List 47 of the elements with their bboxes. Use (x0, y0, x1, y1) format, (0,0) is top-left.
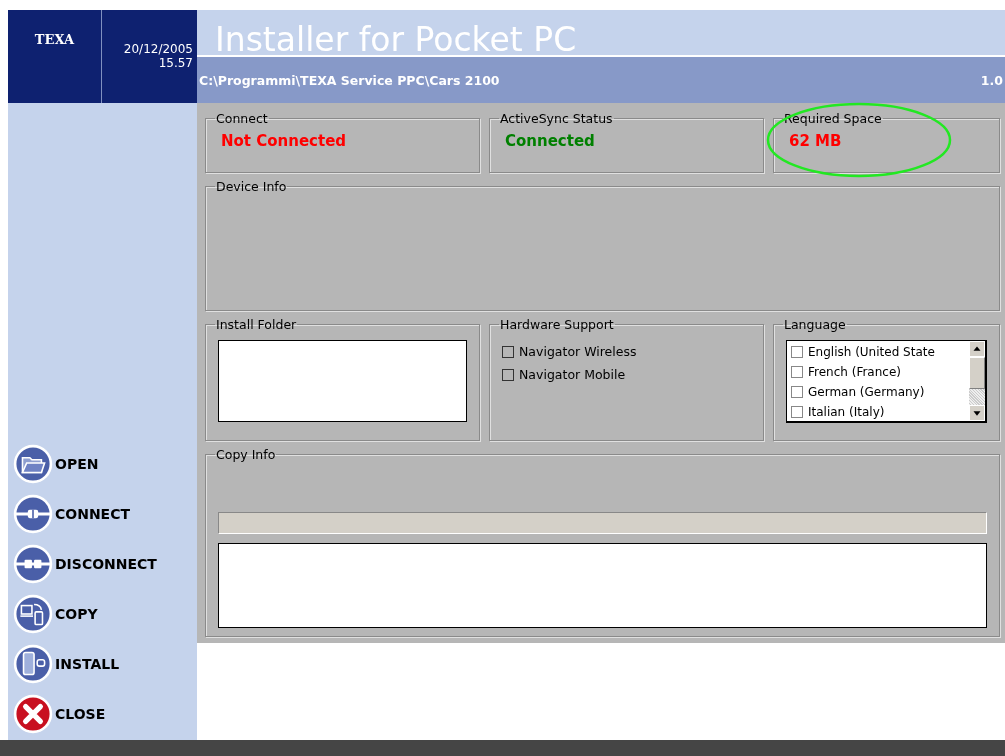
scroll-thumb[interactable] (969, 357, 985, 389)
log-field[interactable] (218, 543, 987, 628)
checkbox[interactable] (791, 386, 803, 398)
time-text: 15.57 (158, 56, 193, 70)
folder-icon (13, 444, 53, 484)
date-text: 20/12/2005 (123, 42, 193, 56)
language-option[interactable]: Italian (Italy) (791, 403, 969, 421)
group-title: ActiveSync Status (499, 111, 614, 126)
group-title: Required Space (783, 111, 883, 126)
unplug-icon (13, 544, 53, 584)
group-title: Install Folder (215, 317, 298, 332)
version-text: 1.0 (980, 72, 1003, 88)
sidebar-button[interactable]: CONNECT (8, 494, 130, 534)
sidebar-button[interactable]: COPY (8, 594, 98, 634)
install-path: C:\Programmi\TEXA Service PPC\Cars 2100 (199, 72, 500, 88)
checkbox[interactable] (791, 406, 803, 418)
scroll-track[interactable] (969, 389, 985, 405)
group-title: Language (783, 317, 847, 332)
group-title: Connect (215, 111, 269, 126)
checkbox[interactable] (791, 346, 803, 358)
sidebar-button[interactable]: CLOSE (8, 694, 106, 734)
language-option[interactable]: English (United State (791, 343, 969, 361)
status-value: 62 MB (789, 132, 842, 150)
copy-icon (13, 594, 53, 634)
checkbox[interactable] (502, 368, 514, 381)
scroll-down-icon[interactable] (969, 405, 985, 421)
logo: TEXA (34, 32, 75, 48)
folder-field[interactable] (218, 340, 467, 422)
checkbox-option[interactable]: Navigator Mobile (502, 367, 751, 382)
checkbox[interactable] (791, 366, 803, 378)
language-option[interactable]: French (France) (791, 363, 969, 381)
scrollbar[interactable] (969, 341, 985, 421)
sidebar-button[interactable]: OPEN (8, 444, 99, 484)
plug-icon (13, 494, 53, 534)
device-icon (13, 644, 53, 684)
checkbox[interactable] (502, 345, 514, 358)
group-title: Device Info (215, 179, 288, 194)
sidebar-button[interactable]: INSTALL (8, 644, 120, 684)
status-value: Connected (505, 132, 595, 150)
group-title: Copy Info (215, 447, 277, 462)
close-icon (13, 694, 53, 734)
language-option[interactable]: German (Germany) (791, 383, 969, 401)
sidebar-button[interactable]: DISCONNECT (8, 544, 157, 584)
scroll-up-icon[interactable] (969, 341, 985, 357)
status-value: Not Connected (221, 132, 347, 150)
checkbox-option[interactable]: Navigator Wireless (502, 344, 751, 359)
group-title: Hardware Support (499, 317, 615, 332)
